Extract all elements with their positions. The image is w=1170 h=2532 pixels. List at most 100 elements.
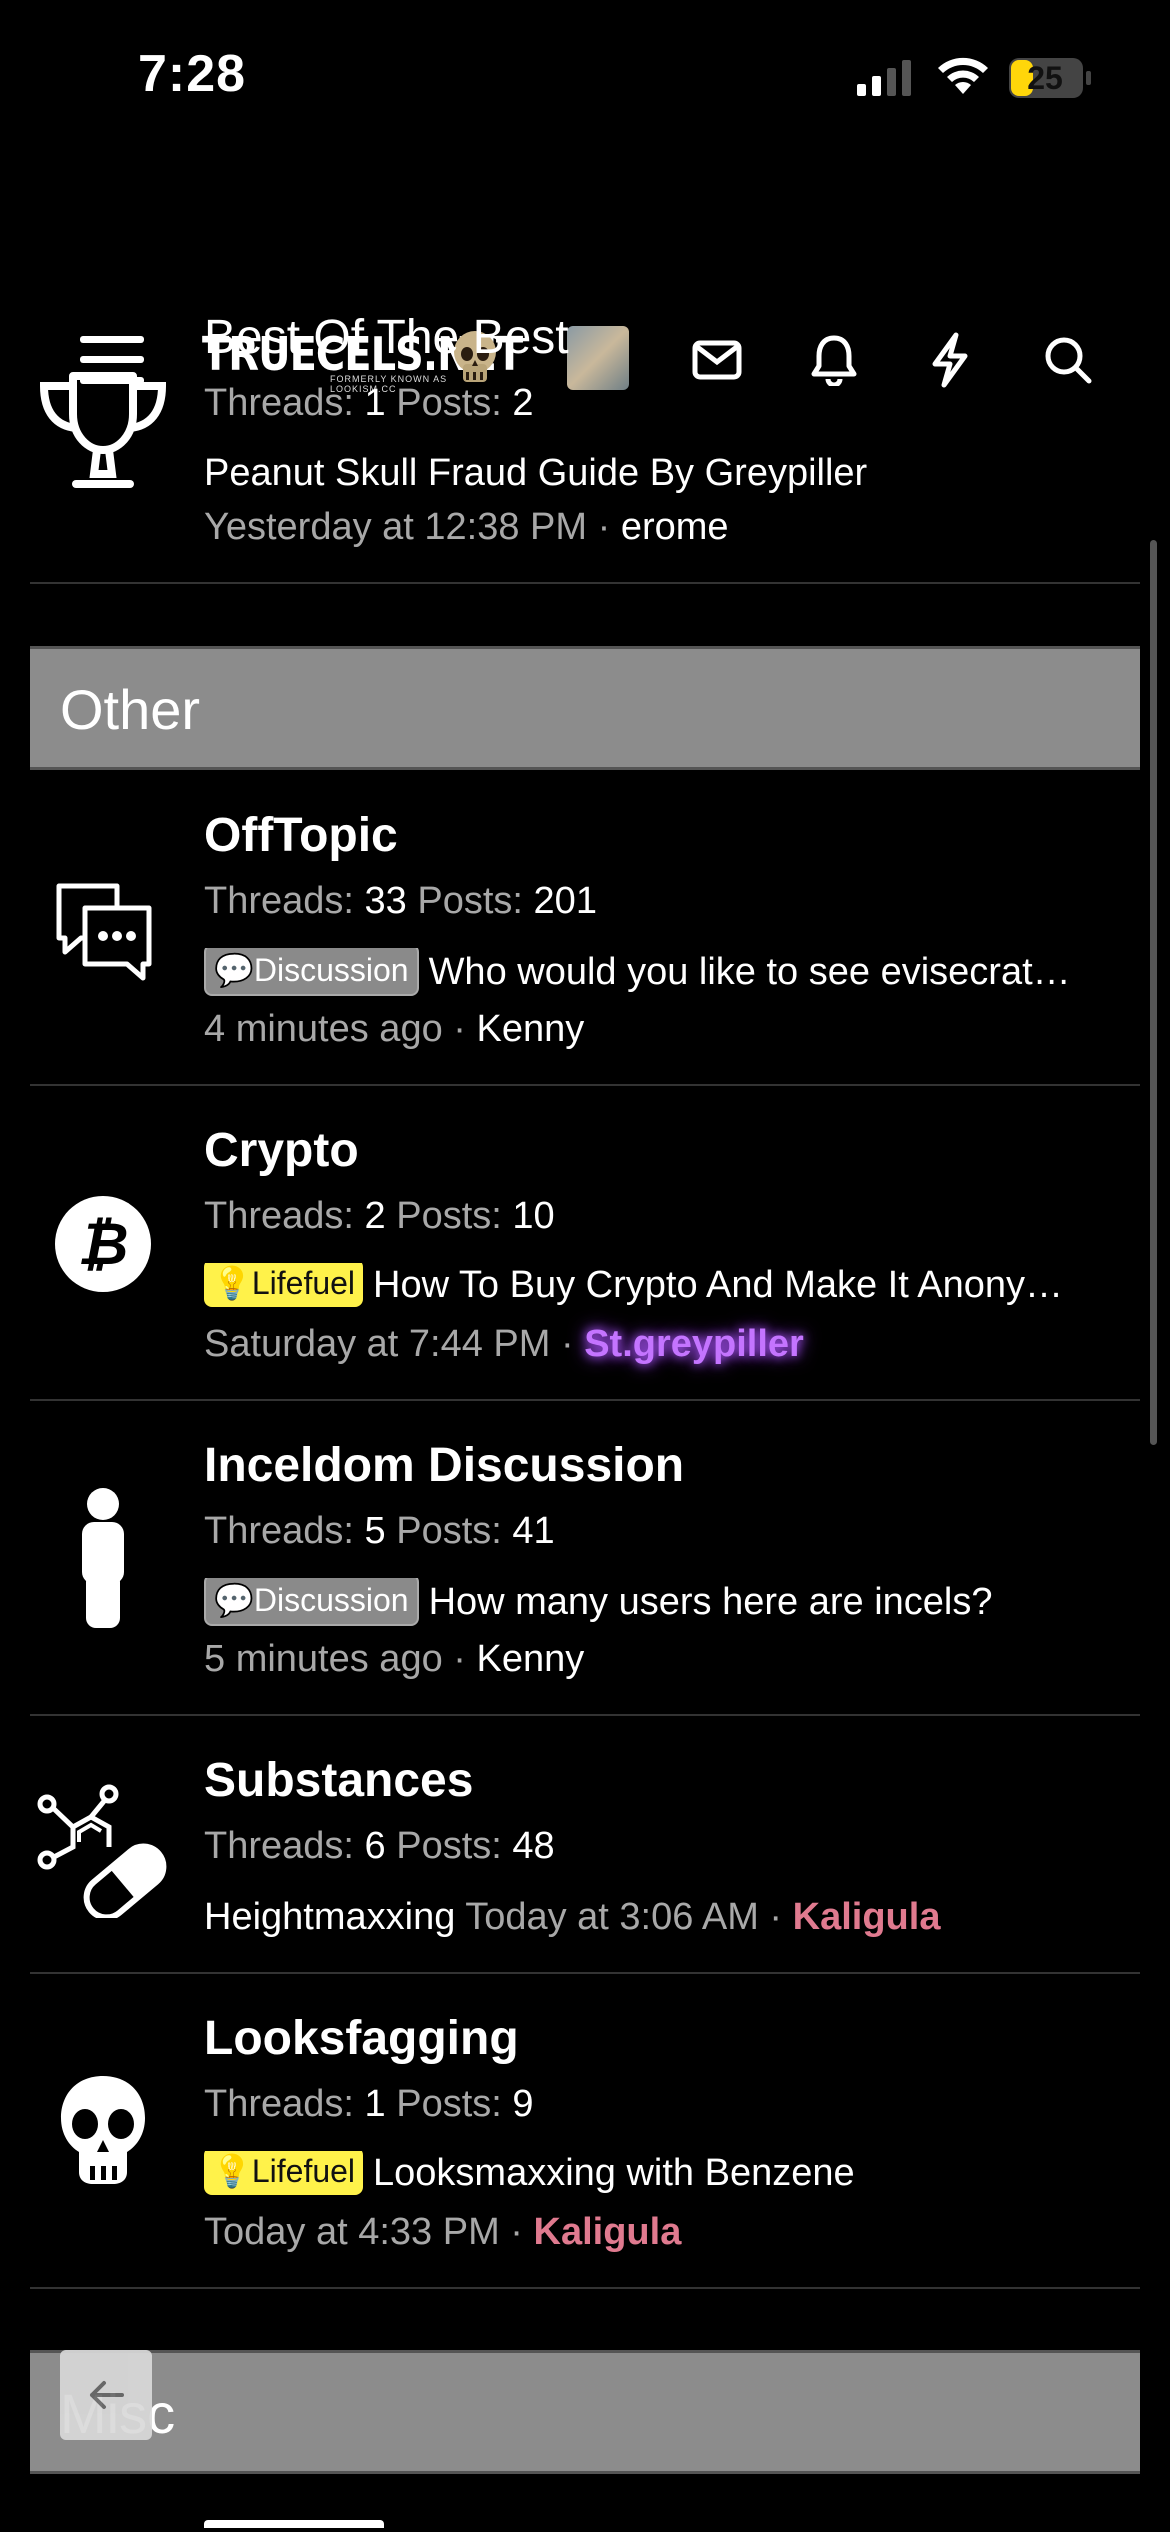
latest-meta: Saturday at 7:44 PM · St.greypiller [204, 1323, 804, 1366]
prefix-badge: 💡Lifefuel [204, 1263, 364, 1307]
forum-stats: Threads: 1 Posts: 2 [204, 382, 534, 425]
threads-label: Threads: [204, 880, 354, 922]
posts-count: 201 [533, 880, 597, 922]
mail-icon[interactable] [685, 328, 749, 392]
posts-label: Posts: [396, 1510, 502, 1552]
threads-label: Threads: [204, 2083, 354, 2125]
latest-time[interactable]: Today at 3:06 AM [465, 1896, 759, 1938]
latest-thread-title[interactable]: How many users here are incels? [429, 1581, 993, 1623]
status-time: 7:28 [138, 45, 247, 103]
separator: · [560, 1323, 574, 1365]
latest-thread-title[interactable]: Who would you like to see evisecrat… [429, 951, 1071, 993]
forum-title[interactable]: Inceldom Discussion [204, 1438, 684, 1493]
posts-label: Posts: [396, 1825, 502, 1867]
divider [30, 1399, 1140, 1401]
cropped-text-fragment [204, 2520, 384, 2532]
back-button[interactable] [60, 2350, 152, 2440]
posts-label: Posts: [396, 382, 502, 424]
divider [30, 1714, 1140, 1716]
posts-count: 10 [512, 1195, 555, 1237]
top-navigation: TRUECELS.NET FORMERLY KNOWN AS LOOKISM.C… [0, 150, 1170, 394]
latest-thread-title[interactable]: Looksmaxxing with Benzene [373, 2152, 855, 2194]
latest-meta: Yesterday at 12:38 PM · erome [204, 506, 729, 549]
latest-time[interactable]: 5 minutes ago [204, 1638, 443, 1680]
person-icon [30, 1488, 175, 1628]
latest-meta: Today at 4:33 PM · Kaligula [204, 2211, 681, 2254]
posts-label: Posts: [396, 1195, 502, 1237]
latest-user[interactable]: St.greypiller [584, 1323, 804, 1365]
latest-thread-link[interactable]: 💬Discussion How many users here are incel… [204, 1578, 1104, 1630]
divider [30, 2287, 1140, 2289]
latest-thread-title[interactable]: Heightmaxxing [204, 1896, 455, 1938]
wifi-icon [938, 57, 988, 94]
latest-user[interactable]: Kenny [477, 1638, 585, 1680]
posts-count: 2 [512, 382, 534, 424]
arrow-left-icon [90, 2381, 124, 2409]
status-bar: 7:28 25 [0, 0, 1170, 150]
latest-thread-link[interactable]: 💡Lifefuel Looksmaxxing with Benzene [204, 2151, 1104, 2199]
separator: · [769, 1896, 783, 1938]
threads-count: 1 [364, 2083, 386, 2125]
scrollbar[interactable] [1150, 540, 1157, 1445]
latest-thread-title[interactable]: How To Buy Crypto And Make It Anony… [373, 1264, 1063, 1306]
svg-text:₿: ₿ [77, 1210, 128, 1278]
prefix-badge: 💬Discussion [204, 1578, 419, 1626]
bitcoin-icon: ₿ [30, 1174, 175, 1314]
forum-title[interactable]: Crypto [204, 1123, 359, 1178]
latest-user[interactable]: Kaligula [793, 1896, 941, 1938]
category-header-misc[interactable] [30, 2350, 1140, 2474]
lightning-icon[interactable] [918, 328, 982, 392]
forum-stats: Threads: 33 Posts: 201 [204, 880, 597, 923]
prefix-label: Lifefuel [251, 2153, 356, 2189]
latest-meta: 4 minutes ago · Kenny [204, 1008, 584, 1051]
posts-count: 9 [512, 2083, 534, 2125]
forum-stats: Threads: 5 Posts: 41 [204, 1510, 555, 1553]
threads-count: 6 [364, 1825, 386, 1867]
prefix-label: Discussion [253, 1582, 409, 1618]
trophy-icon [30, 360, 175, 500]
forum-stats: Threads: 6 Posts: 48 [204, 1825, 555, 1868]
forum-title[interactable]: Best Of The Best [204, 310, 569, 365]
skull-icon [30, 2060, 175, 2200]
latest-thread-link[interactable]: Peanut Skull Fraud Guide By Greypiller [204, 452, 1104, 495]
latest-thread-link[interactable]: 💡Lifefuel How To Buy Crypto And Make It A… [204, 1263, 1104, 1311]
separator: · [453, 1008, 466, 1050]
lightbulb-icon: 💡 [212, 2153, 252, 2189]
threads-label: Threads: [204, 1195, 354, 1237]
speech-bubble-icon: 💬 [214, 1582, 254, 1618]
search-icon[interactable] [1036, 328, 1100, 392]
latest-user[interactable]: Kaligula [534, 2211, 682, 2253]
category-title[interactable]: Other [60, 677, 200, 742]
latest-time[interactable]: Yesterday at 12:38 PM [204, 506, 587, 548]
latest-time[interactable]: Saturday at 7:44 PM [204, 1323, 550, 1365]
threads-label: Threads: [204, 1825, 354, 1867]
speech-bubble-icon: 💬 [214, 952, 254, 988]
battery-level: 25 [1027, 60, 1063, 96]
separator: · [597, 506, 611, 548]
prefix-label: Discussion [253, 952, 409, 988]
forum-stats: Threads: 2 Posts: 10 [204, 1195, 555, 1238]
posts-label: Posts: [396, 2083, 502, 2125]
latest-time[interactable]: 4 minutes ago [204, 1008, 443, 1050]
latest-user[interactable]: erome [621, 506, 729, 548]
threads-count: 33 [364, 880, 407, 922]
latest-time[interactable]: Today at 4:33 PM [204, 2211, 500, 2253]
threads-count: 1 [364, 382, 386, 424]
prefix-badge: 💡Lifefuel [204, 2151, 364, 2195]
latest-thread-link[interactable]: 💬Discussion Who would you like to see evi… [204, 948, 1104, 1000]
lightbulb-icon: 💡 [212, 1265, 252, 1301]
molecule-pill-icon [30, 1780, 175, 1920]
prefix-label: Lifefuel [251, 1265, 356, 1301]
latest-user[interactable]: Kenny [477, 1008, 585, 1050]
divider [30, 1972, 1140, 1974]
divider [30, 1084, 1140, 1086]
divider [30, 582, 1140, 584]
forum-title[interactable]: Looksfagging [204, 2011, 519, 2066]
threads-count: 2 [364, 1195, 386, 1237]
avatar[interactable] [567, 326, 629, 390]
forum-title[interactable]: OffTopic [204, 808, 398, 863]
threads-label: Threads: [204, 382, 354, 424]
bell-icon[interactable] [802, 328, 866, 392]
posts-count: 41 [512, 1510, 555, 1552]
forum-title[interactable]: Substances [204, 1753, 473, 1808]
